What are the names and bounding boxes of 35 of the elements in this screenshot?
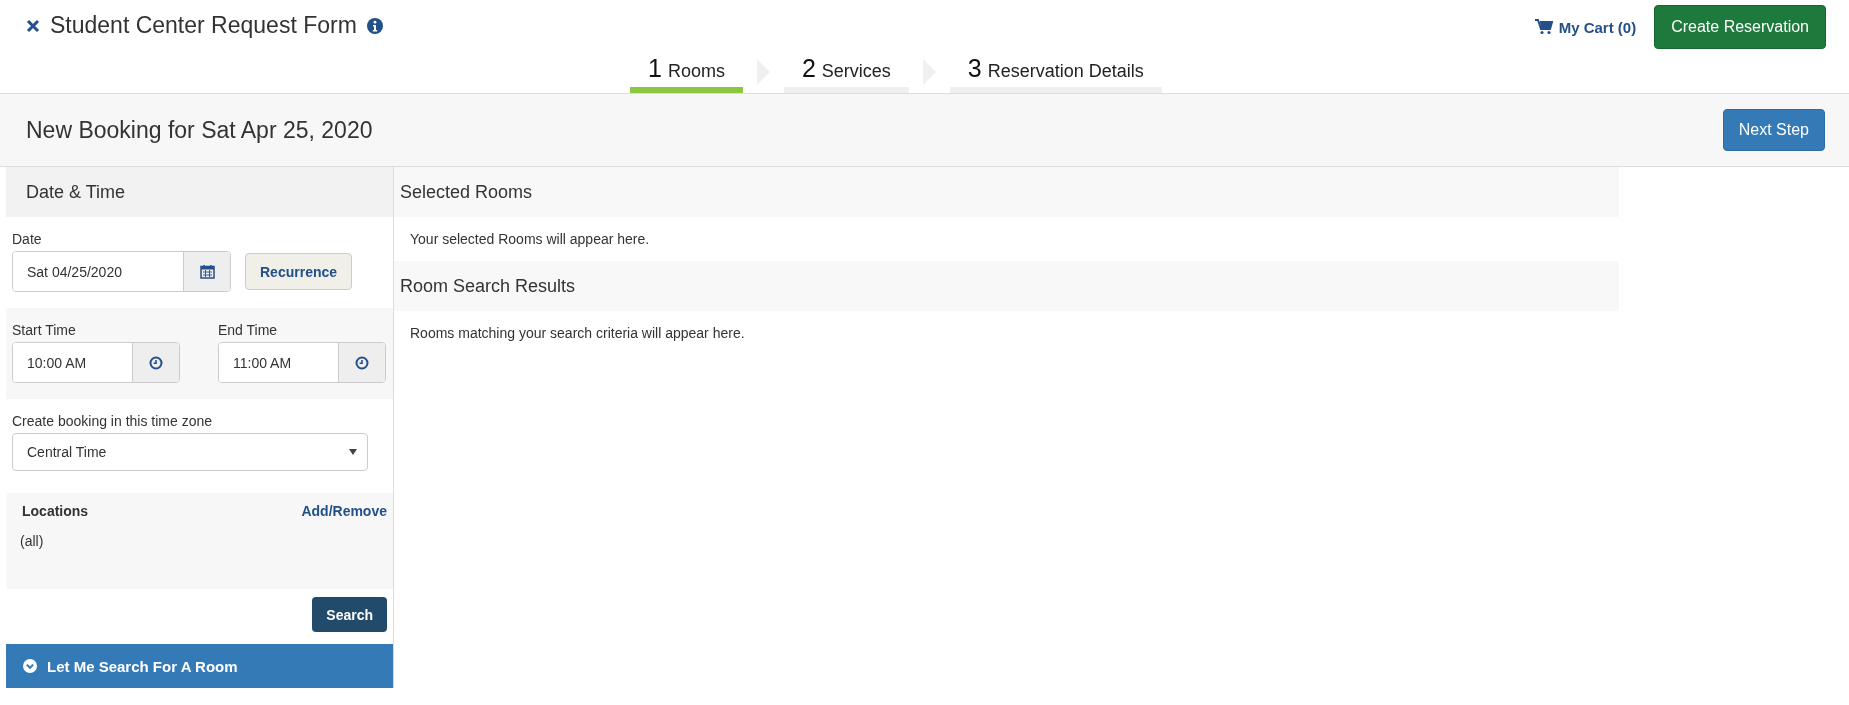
time-label: End Time — [218, 322, 279, 338]
date-label: Date — [12, 231, 43, 247]
date-field[interactable]: Sat 04/25/2020 — [12, 251, 231, 292]
section-heading: Date & Time — [6, 167, 393, 217]
page-title: Student Center Request Form — [50, 12, 357, 39]
search-toggle-bar[interactable]: Let Me Search For A Room — [6, 644, 393, 688]
search-button[interactable]: Search — [312, 597, 387, 632]
clock-button[interactable] — [132, 343, 179, 382]
booking-title: New Booking for Sat Apr 25, 2020 — [26, 116, 373, 144]
cart-icon — [1534, 19, 1553, 35]
time-label: Start Time — [12, 322, 77, 338]
time-zone-label: Create booking in this time zone — [12, 413, 213, 429]
clock-icon — [149, 355, 163, 370]
time-zone-select[interactable]: Central Time — [12, 433, 368, 471]
empty-message: Rooms matching your search criteria will appear here. — [409, 324, 746, 343]
cart-link[interactable]: My Cart (0) — [1534, 18, 1637, 36]
section-heading: Selected Rooms — [394, 167, 1619, 217]
locations-label: Locations — [22, 503, 89, 519]
locations-value: (all) — [20, 533, 45, 549]
calendar-button[interactable] — [183, 252, 230, 291]
caret-icon — [349, 449, 357, 455]
section-heading: Room Search Results — [394, 261, 1619, 311]
time-field[interactable]: 11:00 AM — [218, 342, 386, 383]
calendar-icon — [199, 264, 215, 279]
clock-button[interactable] — [338, 343, 385, 382]
create-reservation-button[interactable]: Create Reservation — [1654, 5, 1826, 49]
empty-message: Your selected Rooms will appear here. — [409, 230, 651, 249]
add-remove-link[interactable]: Add/Remove — [301, 503, 387, 519]
time-field[interactable]: 10:00 AM — [12, 342, 180, 383]
close-icon — [26, 18, 40, 33]
clock-icon — [355, 355, 369, 370]
next-step-button[interactable]: Next Step — [1722, 109, 1825, 151]
chevron-down-icon — [23, 659, 37, 673]
info-icon — [366, 17, 383, 34]
recurrence-button[interactable]: Recurrence — [245, 253, 353, 290]
